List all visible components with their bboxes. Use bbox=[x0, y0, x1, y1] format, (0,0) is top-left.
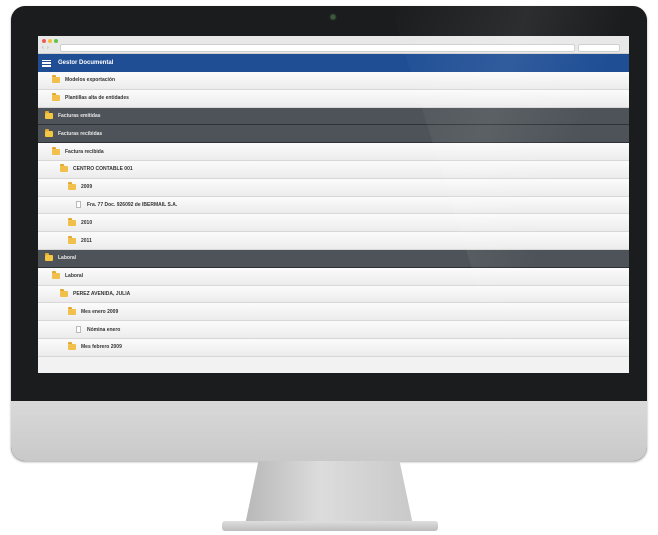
tree-section-row[interactable]: Laboral bbox=[38, 249, 629, 268]
folder-icon bbox=[68, 217, 76, 226]
tree-item-label: Modelos exportación bbox=[65, 77, 116, 84]
folder-icon bbox=[45, 110, 53, 119]
monitor-stand bbox=[245, 461, 413, 525]
tree-document-row[interactable]: Fra. 77 Doc. 926092 de IBERMAIL S.A. bbox=[38, 196, 629, 215]
tree-item-label: Mes febrero 2009 bbox=[81, 344, 122, 351]
tree-folder-row[interactable]: 2009 bbox=[38, 178, 629, 197]
tree-item-label: Facturas emitidas bbox=[58, 112, 101, 119]
tree-item-label: CENTRO CONTABLE 001 bbox=[73, 166, 133, 173]
tree-section-row[interactable]: Facturas emitidas bbox=[38, 107, 629, 126]
tree-item-label: PEREZ AVENIDA, JULIA bbox=[73, 290, 131, 297]
folder-icon bbox=[45, 128, 53, 137]
app-title: Gestor Documental bbox=[58, 60, 114, 66]
folder-icon bbox=[68, 235, 76, 244]
folder-icon bbox=[45, 253, 53, 262]
folder-icon bbox=[68, 342, 76, 351]
address-bar[interactable] bbox=[60, 44, 575, 52]
close-window-button[interactable] bbox=[42, 39, 46, 43]
maximize-window-button[interactable] bbox=[54, 39, 58, 43]
tree-document-row[interactable]: Nómina enero bbox=[38, 321, 629, 339]
tree-item-label: Laboral bbox=[65, 273, 84, 280]
tree-item-label: Nómina enero bbox=[87, 326, 121, 333]
document-icon bbox=[76, 326, 81, 334]
folder-icon bbox=[60, 164, 68, 173]
folder-icon bbox=[52, 271, 60, 280]
tree-item-label: Fra. 77 Doc. 926092 de IBERMAIL S.A. bbox=[87, 201, 178, 208]
tree-item-label: Facturas recibidas bbox=[58, 130, 103, 137]
tree-item-label: Mes enero 2009 bbox=[81, 308, 119, 315]
browser-toolbar: ‹ › bbox=[38, 36, 629, 54]
folder-icon bbox=[68, 182, 76, 191]
tree-item-label: Plantillas alta de entidades bbox=[65, 95, 129, 102]
folder-icon bbox=[52, 146, 60, 155]
tree-folder-row[interactable]: 2010 bbox=[38, 214, 629, 233]
tree-folder-row[interactable]: Plantillas alta de entidades bbox=[38, 89, 629, 108]
tree-folder-row[interactable]: Modelos exportación bbox=[38, 72, 629, 90]
folder-icon bbox=[52, 93, 60, 102]
minimize-window-button[interactable] bbox=[48, 39, 52, 43]
tree-item-label: 2011 bbox=[81, 237, 92, 244]
back-forward-icon[interactable]: ‹ › bbox=[42, 45, 50, 51]
window-controls bbox=[42, 39, 58, 43]
app-header: Gestor Documental bbox=[38, 54, 629, 72]
tree-folder-row[interactable]: Mes febrero 2009 bbox=[38, 338, 629, 357]
monitor-chin bbox=[11, 401, 647, 461]
tree-folder-row[interactable]: CENTRO CONTABLE 001 bbox=[38, 160, 629, 179]
browser-search-field[interactable] bbox=[578, 44, 620, 52]
folder-icon bbox=[68, 306, 76, 315]
tree-folder-row[interactable]: Mes enero 2009 bbox=[38, 303, 629, 322]
tree-item-label: Laboral bbox=[58, 255, 77, 262]
camera-dot bbox=[331, 15, 335, 19]
browser-window: ‹ › Gestor Documental Modelos exportació… bbox=[38, 36, 629, 373]
tree-folder-row[interactable]: Laboral bbox=[38, 267, 629, 286]
monitor-foot bbox=[222, 521, 438, 531]
document-icon bbox=[76, 201, 81, 209]
menu-icon[interactable] bbox=[42, 59, 51, 67]
folder-icon bbox=[60, 288, 68, 297]
tree-item-label: 2009 bbox=[81, 184, 93, 191]
tree-item-label: 2010 bbox=[81, 219, 93, 226]
tree-section-row[interactable]: Facturas recibidas bbox=[38, 125, 629, 144]
folder-icon bbox=[52, 75, 60, 84]
document-tree: Modelos exportación Plantillas alta de e… bbox=[38, 72, 629, 357]
tree-folder-row[interactable]: 2011 bbox=[38, 232, 629, 250]
tree-item-label: Factura recibida bbox=[65, 148, 104, 155]
tree-folder-row[interactable]: PEREZ AVENIDA, JULIA bbox=[38, 285, 629, 304]
tree-folder-row[interactable]: Factura recibida bbox=[38, 143, 629, 161]
